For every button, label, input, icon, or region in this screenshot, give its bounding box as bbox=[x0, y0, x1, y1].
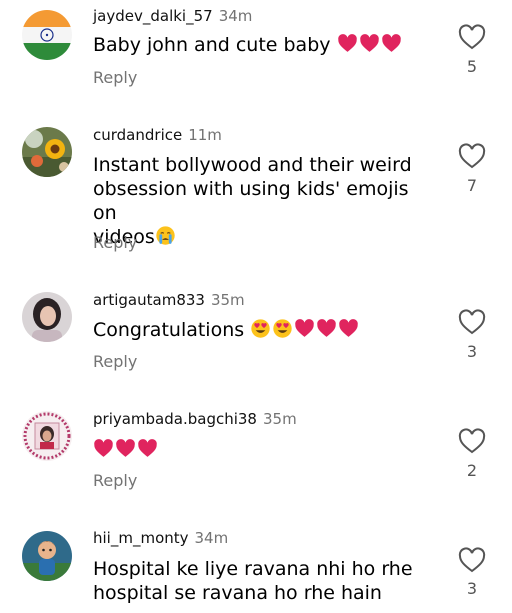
reply-button[interactable]: Reply bbox=[93, 470, 137, 492]
heart-icon bbox=[93, 438, 114, 459]
comment-meta: jaydev_dalki_57 34m bbox=[93, 5, 252, 27]
comment-text-content: Baby john and cute baby bbox=[93, 34, 331, 56]
username[interactable]: priyambada.bagchi38 bbox=[93, 410, 257, 428]
like-button[interactable] bbox=[458, 24, 486, 50]
avatar[interactable] bbox=[22, 292, 72, 342]
comment-text: Hospital ke liye ravana nhi ho rhe hospi… bbox=[93, 557, 433, 605]
like-count: 3 bbox=[466, 342, 478, 361]
heart-icon bbox=[115, 438, 136, 459]
comment-text-content: Congratulations bbox=[93, 319, 245, 341]
like-count: 7 bbox=[466, 176, 478, 195]
username[interactable]: artigautam833 bbox=[93, 291, 205, 309]
comment-meta: priyambada.bagchi38 35m bbox=[93, 408, 297, 430]
comment-meta: artigautam833 35m bbox=[93, 289, 245, 311]
heart-icon bbox=[294, 318, 315, 339]
username[interactable]: hii_m_monty bbox=[93, 529, 189, 547]
woman-photo-avatar-icon bbox=[22, 292, 72, 342]
timestamp: 11m bbox=[188, 126, 222, 144]
like-count: 3 bbox=[466, 579, 478, 598]
cartoon-boy-avatar-icon bbox=[22, 531, 72, 581]
comment-text-line: Instant bollywood and their weird bbox=[93, 154, 412, 176]
like-button[interactable] bbox=[458, 547, 486, 573]
heart-icon bbox=[137, 438, 158, 459]
comment-text-line: hospital se ravana ho rhe hain bbox=[93, 582, 382, 604]
heart-outline-icon bbox=[458, 428, 486, 454]
reply-button[interactable]: Reply bbox=[93, 232, 137, 254]
avatar[interactable] bbox=[22, 127, 72, 177]
comment-text-line: obsession with using kids' emojis on bbox=[93, 178, 409, 224]
username[interactable]: jaydev_dalki_57 bbox=[93, 7, 213, 25]
comment-meta: curdandrice 11m bbox=[93, 124, 222, 146]
framed-portrait-avatar-icon bbox=[22, 411, 72, 461]
reply-button[interactable]: Reply bbox=[93, 351, 137, 373]
sunflower-avatar-icon bbox=[22, 127, 72, 177]
comment-text: Baby john and cute baby bbox=[93, 33, 433, 57]
heart-icon bbox=[359, 33, 380, 54]
heart-eyes-icon bbox=[272, 318, 293, 339]
avatar[interactable] bbox=[22, 10, 72, 60]
reply-button[interactable]: Reply bbox=[93, 67, 137, 89]
username[interactable]: curdandrice bbox=[93, 126, 182, 144]
comment-text bbox=[93, 438, 433, 462]
like-button[interactable] bbox=[458, 428, 486, 454]
comment-text: Congratulations bbox=[93, 318, 433, 342]
comment-text-line: Hospital ke liye ravana nhi ho rhe bbox=[93, 558, 413, 580]
heart-icon bbox=[316, 318, 337, 339]
heart-outline-icon bbox=[458, 309, 486, 335]
heart-eyes-icon bbox=[250, 318, 271, 339]
comment-text-line-wrap: videos bbox=[93, 225, 433, 249]
timestamp: 35m bbox=[262, 410, 297, 428]
crying-face-icon bbox=[155, 225, 176, 246]
heart-icon bbox=[381, 33, 402, 54]
heart-outline-icon bbox=[458, 143, 486, 169]
timestamp: 34m bbox=[194, 529, 229, 547]
heart-outline-icon bbox=[458, 547, 486, 573]
heart-outline-icon bbox=[458, 24, 486, 50]
like-count: 2 bbox=[466, 461, 478, 480]
avatar[interactable] bbox=[22, 411, 72, 461]
like-button[interactable] bbox=[458, 309, 486, 335]
comment-meta: hii_m_monty 34m bbox=[93, 527, 228, 549]
timestamp: 34m bbox=[218, 7, 253, 25]
like-count: 5 bbox=[466, 57, 478, 76]
india-flag-avatar-icon bbox=[22, 10, 72, 60]
comment-text: Instant bollywood and their weird obsess… bbox=[93, 153, 433, 249]
heart-icon bbox=[337, 33, 358, 54]
timestamp: 35m bbox=[210, 291, 245, 309]
avatar[interactable] bbox=[22, 531, 72, 581]
heart-icon bbox=[338, 318, 359, 339]
like-button[interactable] bbox=[458, 143, 486, 169]
